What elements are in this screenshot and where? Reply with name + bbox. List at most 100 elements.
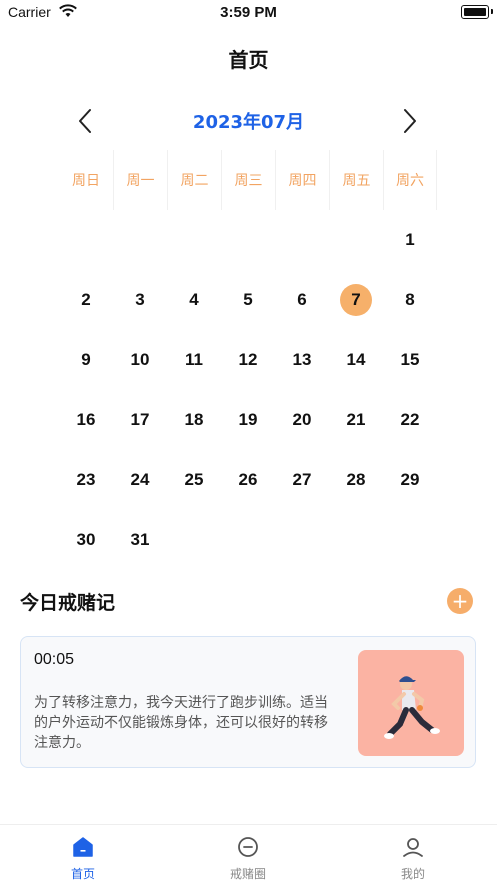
calendar-day-number: 14 xyxy=(346,350,366,369)
calendar-day[interactable]: 26 xyxy=(221,450,275,510)
calendar-blank xyxy=(275,210,329,270)
calendar-blank xyxy=(113,210,167,270)
status-time: 3:59 PM xyxy=(220,4,277,21)
record-text: 为了转移注意力，我今天进行了跑步训练。适当的户外运动不仅能锻炼身体，还可以很好的… xyxy=(34,695,328,751)
calendar-day-number: 21 xyxy=(346,410,366,429)
calendar-day-number: 12 xyxy=(238,350,258,369)
calendar-day[interactable]: 15 xyxy=(383,330,437,390)
calendar-day[interactable]: 28 xyxy=(329,450,383,510)
add-record-button[interactable]: + xyxy=(447,588,473,614)
weekday-mon: 周一 xyxy=(113,150,167,210)
calendar-day-number: 15 xyxy=(400,350,420,369)
weekday-sat: 周六 xyxy=(383,150,437,210)
calendar-day-number: 30 xyxy=(76,530,96,549)
weekday-fri: 周五 xyxy=(329,150,383,210)
calendar-day-number: 9 xyxy=(81,350,91,369)
calendar-day[interactable]: 31 xyxy=(113,510,167,570)
tab-home-label: 首页 xyxy=(70,867,95,881)
calendar-day-number: 6 xyxy=(297,290,307,309)
calendar-day[interactable]: 17 xyxy=(113,390,167,450)
calendar-day[interactable]: 5 xyxy=(221,270,275,330)
calendar-day[interactable]: 19 xyxy=(221,390,275,450)
tab-circle[interactable]: 戒赌圈 xyxy=(188,825,308,884)
calendar-day-number: 22 xyxy=(400,410,420,429)
calendar-day[interactable]: 3 xyxy=(113,270,167,330)
calendar-day[interactable]: 25 xyxy=(167,450,221,510)
calendar-day-number: 29 xyxy=(400,470,420,489)
record-card[interactable]: 00:05 为了转移注意力，我今天进行了跑步训练。适当的户外运动不仅能锻炼身体，… xyxy=(20,636,476,768)
tab-mine[interactable]: 我的 xyxy=(353,825,473,884)
tab-circle-label: 戒赌圈 xyxy=(229,867,266,881)
calendar-day[interactable]: 14 xyxy=(329,330,383,390)
calendar-day-number: 16 xyxy=(76,410,96,429)
weekday-wed: 周三 xyxy=(221,150,275,210)
calendar-day[interactable]: 9 xyxy=(59,330,113,390)
calendar-day[interactable]: 22 xyxy=(383,390,437,450)
calendar-day-number: 28 xyxy=(346,470,366,489)
calendar-day-number: 31 xyxy=(130,530,150,549)
weekday-header: 周日 周一 周二 周三 周四 周五 周六 xyxy=(59,150,437,210)
home-icon xyxy=(73,837,93,857)
calendar-day-number: 26 xyxy=(238,470,258,489)
tab-mine-label: 我的 xyxy=(400,867,425,881)
calendar-day[interactable]: 24 xyxy=(113,450,167,510)
calendar-day-number: 13 xyxy=(292,350,312,369)
calendar-day[interactable]: 11 xyxy=(167,330,221,390)
calendar-day-number: 8 xyxy=(405,290,415,309)
calendar-day[interactable]: 1 xyxy=(383,210,437,270)
runner-illustration xyxy=(358,650,464,756)
calendar-day-number: 27 xyxy=(292,470,312,489)
page-title: 首页 xyxy=(228,48,269,72)
calendar-day-number: 4 xyxy=(189,290,199,309)
circle-minus-icon xyxy=(238,837,258,857)
calendar-day-number: 11 xyxy=(185,350,203,369)
weekday-tue: 周二 xyxy=(167,150,221,210)
calendar-blank xyxy=(221,210,275,270)
calendar-day[interactable]: 27 xyxy=(275,450,329,510)
battery-icon xyxy=(461,5,489,19)
calendar-day[interactable]: 10 xyxy=(113,330,167,390)
calendar-day[interactable]: 2 xyxy=(59,270,113,330)
calendar-day-number: 25 xyxy=(184,470,204,489)
calendar-day[interactable]: 29 xyxy=(383,450,437,510)
calendar-day[interactable]: 16 xyxy=(59,390,113,450)
tab-home[interactable]: 首页 xyxy=(23,825,143,884)
calendar-day[interactable]: 8 xyxy=(383,270,437,330)
calendar-day-number: 2 xyxy=(81,290,91,309)
status-bar: Carrier 3:59 PM xyxy=(0,0,497,26)
weekday-sun: 周日 xyxy=(72,173,100,189)
calendar-day-number: 18 xyxy=(184,410,204,429)
calendar-day[interactable]: 20 xyxy=(275,390,329,450)
calendar-day[interactable]: 12 xyxy=(221,330,275,390)
next-month-button[interactable] xyxy=(395,104,425,138)
calendar-day[interactable]: 6 xyxy=(275,270,329,330)
user-icon xyxy=(403,838,423,857)
battery-tip xyxy=(491,9,493,14)
chevron-right-icon xyxy=(404,109,416,133)
calendar-blank xyxy=(59,210,113,270)
calendar-day-number: 20 xyxy=(292,410,312,429)
calendar-blank xyxy=(167,210,221,270)
calendar-grid: 1 2 3 4 5 6 7 8 9 10 11 12 13 14 15 16 17 18 19 20 21 22 23 24 2… xyxy=(59,210,437,570)
calendar-day-number: 24 xyxy=(130,470,150,489)
calendar-day[interactable]: 18 xyxy=(167,390,221,450)
section-title: 今日戒赌记 xyxy=(20,592,116,614)
calendar-day[interactable]: 4 xyxy=(167,270,221,330)
calendar-day[interactable]: 23 xyxy=(59,450,113,510)
calendar-day[interactable]: 13 xyxy=(275,330,329,390)
calendar-day[interactable]: 30 xyxy=(59,510,113,570)
calendar-blank xyxy=(329,210,383,270)
calendar-day-number: 1 xyxy=(405,230,415,249)
calendar-day-number: 19 xyxy=(238,410,258,429)
calendar-day-number: 5 xyxy=(243,290,253,309)
calendar-day-number: 3 xyxy=(135,290,145,309)
calendar-day-number: 17 xyxy=(130,410,150,429)
calendar-day-number: 10 xyxy=(130,350,150,369)
month-navigation: 2023年07月 xyxy=(0,100,497,142)
calendar-day-selected[interactable]: 7 xyxy=(329,270,383,330)
calendar-day[interactable]: 21 xyxy=(329,390,383,450)
record-time: 00:05 xyxy=(34,651,75,668)
calendar-day-number: 7 xyxy=(340,284,372,316)
calendar-day-number: 23 xyxy=(76,470,96,489)
weekday-thu: 周四 xyxy=(275,150,329,210)
